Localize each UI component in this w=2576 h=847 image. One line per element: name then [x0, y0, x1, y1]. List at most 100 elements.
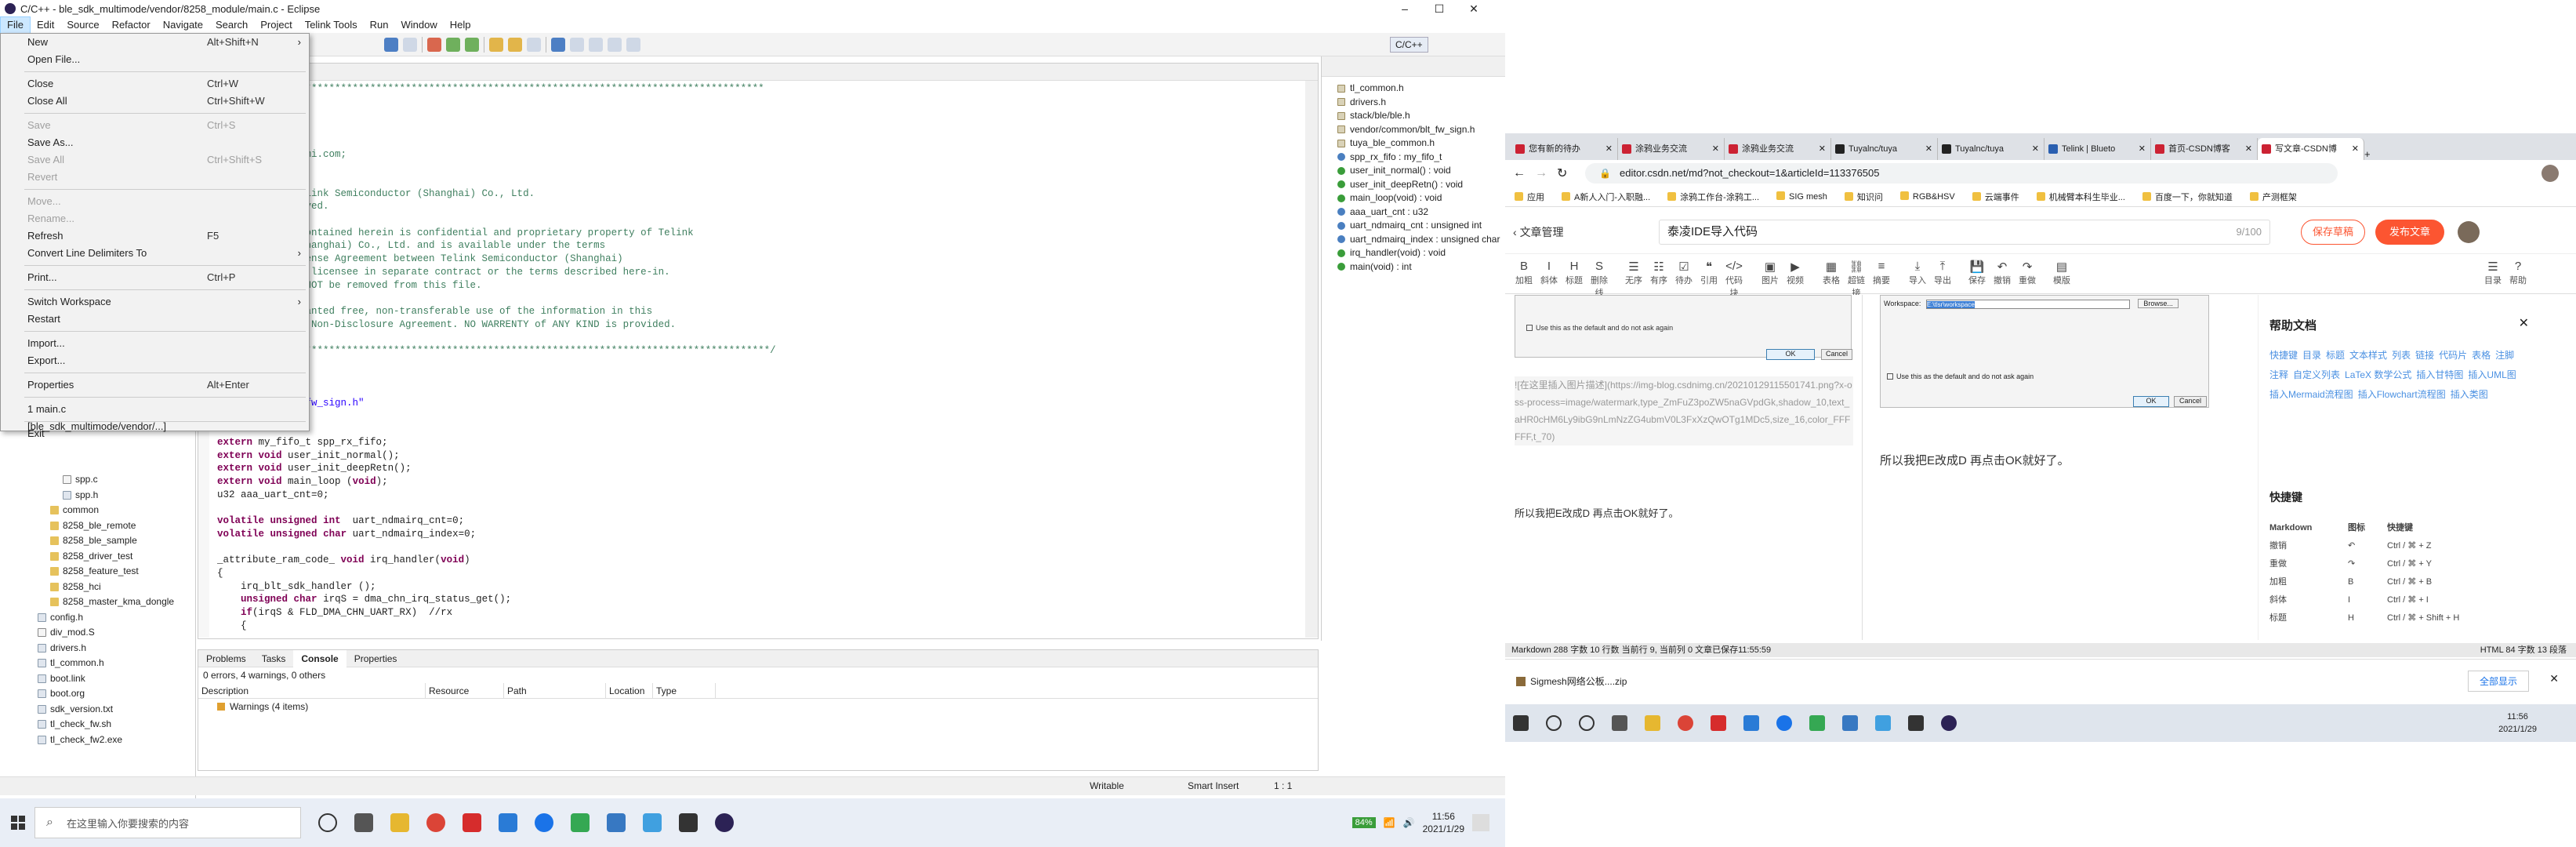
back-icon[interactable]: ← [1513, 166, 1526, 180]
problems-col-header[interactable]: Resource [426, 683, 504, 698]
toolbar-13[interactable]: ≡ 摘要 [1869, 260, 1894, 286]
toggle-mark-icon[interactable] [551, 37, 565, 52]
file-menu-item[interactable]: Save Ctrl+S [1, 117, 309, 134]
task-view-icon[interactable] [354, 813, 373, 832]
app-blue-icon[interactable] [1776, 715, 1792, 731]
outline-item[interactable]: user_init_normal() : void [1322, 164, 1505, 178]
view-tab-properties[interactable]: Properties [346, 650, 405, 667]
menu-run[interactable]: Run [364, 17, 395, 33]
block-select-icon[interactable] [570, 37, 584, 52]
chrome-icon[interactable] [426, 813, 445, 832]
whitespace-icon[interactable] [589, 37, 603, 52]
help-chip[interactable]: 表格 [2472, 348, 2491, 362]
toolbar-2[interactable]: H 标题 [1562, 260, 1587, 286]
chrome-icon[interactable] [1678, 715, 1693, 731]
outline-item[interactable]: spp_rx_fifo : my_fifo_t [1322, 151, 1505, 165]
maximize-button[interactable]: ☐ [1422, 0, 1457, 17]
file-menu-item[interactable]: Refresh F5 [1, 227, 309, 245]
help-chip[interactable]: 快捷键 [2269, 348, 2298, 362]
outline-item[interactable]: main_loop(void) : void [1322, 191, 1505, 205]
file-menu-item[interactable]: Revert [1, 169, 309, 186]
profile-avatar[interactable] [2542, 165, 2559, 182]
tree-item[interactable]: tl_check_fw.sh [0, 717, 196, 732]
tab-close-icon[interactable]: ✕ [1819, 138, 1826, 160]
help-chip[interactable]: 文本样式 [2349, 348, 2387, 362]
network-icon[interactable]: 📶 [1384, 817, 1395, 828]
show-all-downloads-button[interactable]: 全部显示 [2467, 671, 2529, 692]
app-green-icon[interactable] [571, 813, 590, 832]
bookmark-item[interactable]: 产测框架 [2250, 191, 2297, 203]
eclipse-taskbar-icon[interactable] [715, 813, 734, 832]
toolbar-3[interactable]: S 删除线 [1587, 260, 1612, 299]
bookmark-item[interactable]: RGB&HSV [1900, 191, 1955, 202]
secondary-clock[interactable]: 11:56 2021/1/29 [2498, 711, 2537, 736]
browser-tab[interactable]: 您有新的待办 ✕ [1511, 138, 1618, 160]
tree-item[interactable]: tl_common.h [0, 656, 196, 671]
toolbar-19[interactable]: ▤ 模版 [2049, 260, 2074, 286]
outline-item[interactable]: uart_ndmairq_cnt : unsigned int [1322, 219, 1505, 233]
menu-source[interactable]: Source [60, 17, 105, 33]
problems-col-header[interactable]: Description [198, 683, 426, 698]
help-chip[interactable]: LaTeX 数学公式 [2345, 368, 2411, 381]
help-chip[interactable]: 注释 [2269, 368, 2288, 381]
menu-telink-tools[interactable]: Telink Tools [299, 17, 364, 33]
view-tab-problems[interactable]: Problems [198, 650, 254, 667]
tree-item[interactable]: spp.h [0, 488, 196, 503]
open-type-icon[interactable] [508, 37, 522, 52]
app-red-icon[interactable] [463, 813, 481, 832]
tree-item[interactable]: drivers.h [0, 641, 196, 656]
tab-close-icon[interactable]: ✕ [1712, 138, 1719, 160]
problems-col-header[interactable]: Type [653, 683, 716, 698]
tree-item[interactable]: 8258_ble_sample [0, 533, 196, 549]
file-menu-item[interactable]: Properties Alt+Enter [1, 376, 309, 394]
cortana-icon[interactable] [1579, 715, 1595, 731]
download-item[interactable]: Sigmesh网络公板....zip [1513, 667, 1685, 696]
help-chip[interactable]: 目录 [2302, 348, 2321, 362]
outline-item[interactable]: drivers.h [1322, 96, 1505, 110]
menu-file[interactable]: File [0, 16, 31, 34]
new-tab-icon[interactable]: + [2364, 148, 2371, 160]
volume-icon[interactable]: 🔊 [1403, 817, 1415, 828]
toolbar-11[interactable]: ▦ 表格 [1819, 260, 1844, 286]
help-chip[interactable]: 插入类图 [2451, 387, 2488, 401]
toolbar-18[interactable]: ↷ 重做 [2015, 260, 2040, 286]
bookmark-item[interactable]: 机械臂本科生毕业... [2037, 191, 2125, 203]
tree-item[interactable]: 8258_driver_test [0, 549, 196, 565]
file-explorer-icon[interactable] [390, 813, 409, 832]
bookmark-item[interactable]: 云端事件 [1972, 191, 2019, 203]
external-tools-icon[interactable] [465, 37, 479, 52]
file-menu-item[interactable]: Import... [1, 335, 309, 352]
help-chip[interactable]: 代码片 [2439, 348, 2467, 362]
tree-item[interactable]: boot.org [0, 686, 196, 702]
outline-item[interactable]: stack/ble/ble.h [1322, 109, 1505, 123]
browser-tab[interactable]: Tuyalnc/tuya ✕ [1938, 138, 2044, 160]
toolbar-21[interactable]: ? 帮助 [2505, 260, 2531, 286]
notification-icon[interactable] [1472, 814, 1489, 831]
build-config-icon[interactable] [403, 37, 417, 52]
editor-vscroll[interactable] [1305, 81, 1318, 638]
tree-item[interactable]: tl_check_fw2.exe [0, 732, 196, 748]
markdown-editor[interactable]: Use this as the default and do not ask a… [1505, 295, 1863, 640]
toolbar-4[interactable]: ☰ 无序 [1621, 260, 1646, 286]
start-icon[interactable] [1513, 715, 1529, 731]
toolbar-16[interactable]: 💾 保存 [1965, 260, 1990, 286]
help-chip[interactable]: 插入Flowchart流程图 [2358, 387, 2446, 401]
file-menu-item[interactable]: Close Ctrl+W [1, 75, 309, 93]
toolbar-20[interactable]: ☰ 目录 [2480, 260, 2505, 286]
outline-item[interactable]: tuya_ble_common.h [1322, 136, 1505, 151]
file-menu-item[interactable]: Save All Ctrl+Shift+S [1, 151, 309, 169]
menu-project[interactable]: Project [254, 17, 298, 33]
tree-item[interactable]: 8258_hci [0, 580, 196, 595]
build-icon[interactable] [384, 37, 398, 52]
problems-row[interactable]: Warnings (4 items) [198, 699, 1318, 714]
outline-item[interactable]: aaa_uart_cnt : u32 [1322, 205, 1505, 220]
tab-close-icon[interactable]: ✕ [2245, 138, 2252, 160]
file-menu-item[interactable]: Open File... [1, 51, 309, 68]
reload-icon[interactable]: ↻ [1557, 165, 1567, 181]
debug-icon[interactable] [427, 37, 441, 52]
file-menu-item[interactable]: Rename... [1, 210, 309, 227]
toolbar-15[interactable]: ⤒ 导出 [1930, 260, 1955, 286]
toolbar-10[interactable]: ▶ 视频 [1783, 260, 1808, 286]
help-chip[interactable]: 列表 [2392, 348, 2411, 362]
bookmark-item[interactable]: 知识问 [1845, 191, 1883, 203]
